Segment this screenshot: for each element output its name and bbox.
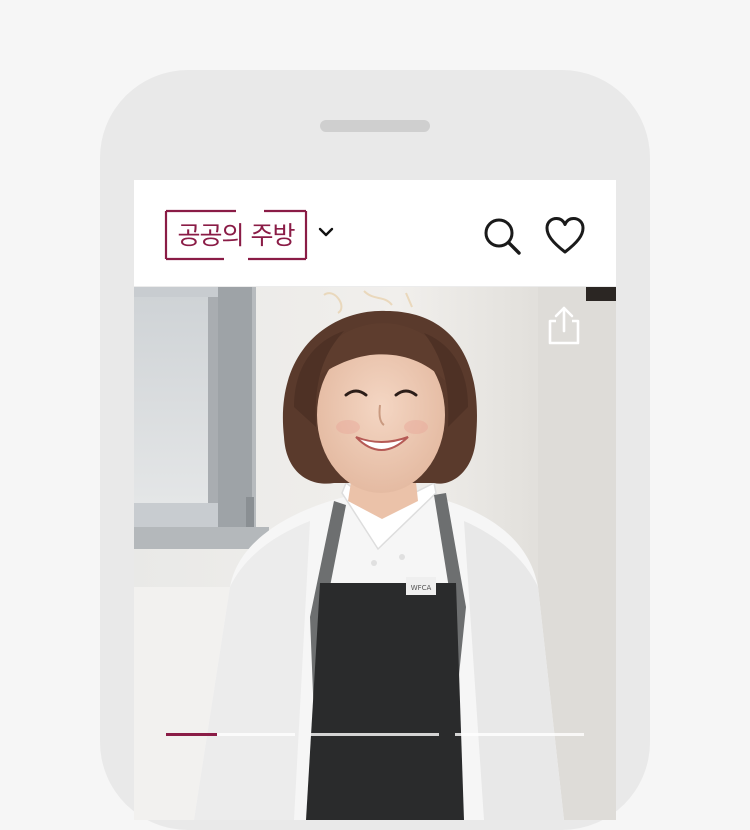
share-icon[interactable]	[544, 305, 584, 347]
search-icon[interactable]	[482, 216, 522, 256]
carousel-progress	[166, 733, 584, 736]
brand-logo[interactable]: 공공의 주방	[164, 208, 308, 262]
carousel-progress-segment[interactable]	[455, 733, 584, 736]
phone-frame: 공공의 주방 WFCA	[100, 70, 650, 830]
hero-photo-chef: WFCA	[134, 287, 616, 820]
carousel-progress-segment[interactable]	[310, 733, 440, 736]
app-screen: 공공의 주방 WFCA	[134, 180, 616, 820]
hero-image-carousel[interactable]: WFCA	[134, 287, 616, 820]
chevron-down-icon[interactable]	[318, 224, 334, 240]
carousel-progress-fill	[166, 733, 218, 736]
app-header: 공공의 주방	[134, 180, 616, 287]
logo-text: 공공의 주방	[177, 221, 296, 250]
apron-label: WFCA	[411, 584, 432, 592]
phone-speaker	[320, 120, 430, 132]
heart-icon[interactable]	[544, 216, 586, 256]
carousel-progress-segment[interactable]	[166, 733, 295, 736]
